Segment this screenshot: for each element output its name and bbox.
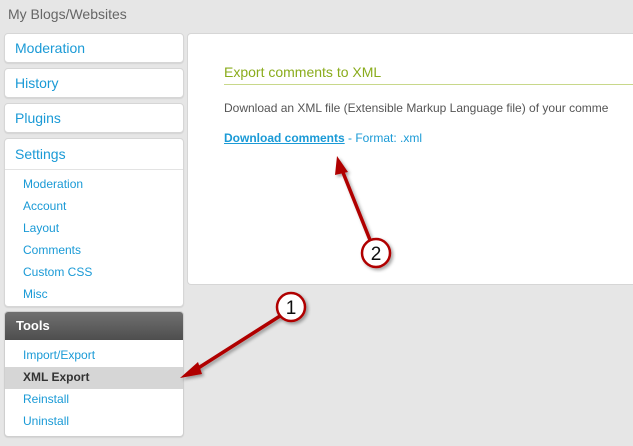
marker-1: 1 [275,291,307,323]
tools-header[interactable]: Tools [5,312,183,340]
sidebar-item-label: History [15,75,59,91]
settings-label: Settings [15,146,66,162]
download-format: - Format: .xml [344,131,423,145]
section-divider [224,84,633,85]
settings-item-moderation[interactable]: Moderation [23,177,83,191]
section-title: Export comments to XML [224,64,382,80]
settings-item-custom-css[interactable]: Custom CSS [23,265,92,279]
sidebar-item-moderation[interactable]: Moderation [4,33,184,63]
tools-item-uninstall[interactable]: Uninstall [23,414,69,428]
page-title: My Blogs/Websites [8,6,127,22]
settings-item-misc[interactable]: Misc [23,287,48,301]
tools-panel: Tools Import/Export XML Export Reinstall… [4,311,184,437]
sidebar-item-label: Plugins [15,110,61,126]
tools-item-import-export[interactable]: Import/Export [23,348,95,362]
arrow-1 [180,314,282,378]
main-content: Export comments to XML Download an XML f… [187,33,633,285]
sidebar-item-history[interactable]: History [4,68,184,98]
marker-1-label: 1 [286,298,297,319]
sidebar-item-label: Moderation [15,40,86,56]
download-row: Download comments - Format: .xml [224,131,422,145]
settings-item-account[interactable]: Account [23,199,66,213]
export-description: Download an XML file (Extensible Markup … [224,101,609,115]
tools-item-reinstall[interactable]: Reinstall [23,392,69,406]
tools-item-xml-export[interactable]: XML Export [23,370,89,384]
download-comments-link[interactable]: Download comments [224,131,345,145]
tools-label: Tools [16,318,50,333]
settings-header[interactable]: Settings [5,139,183,170]
settings-item-layout[interactable]: Layout [23,221,59,235]
settings-panel: Settings Moderation Account Layout Comme… [4,138,184,307]
settings-item-comments[interactable]: Comments [23,243,81,257]
sidebar-item-plugins[interactable]: Plugins [4,103,184,133]
